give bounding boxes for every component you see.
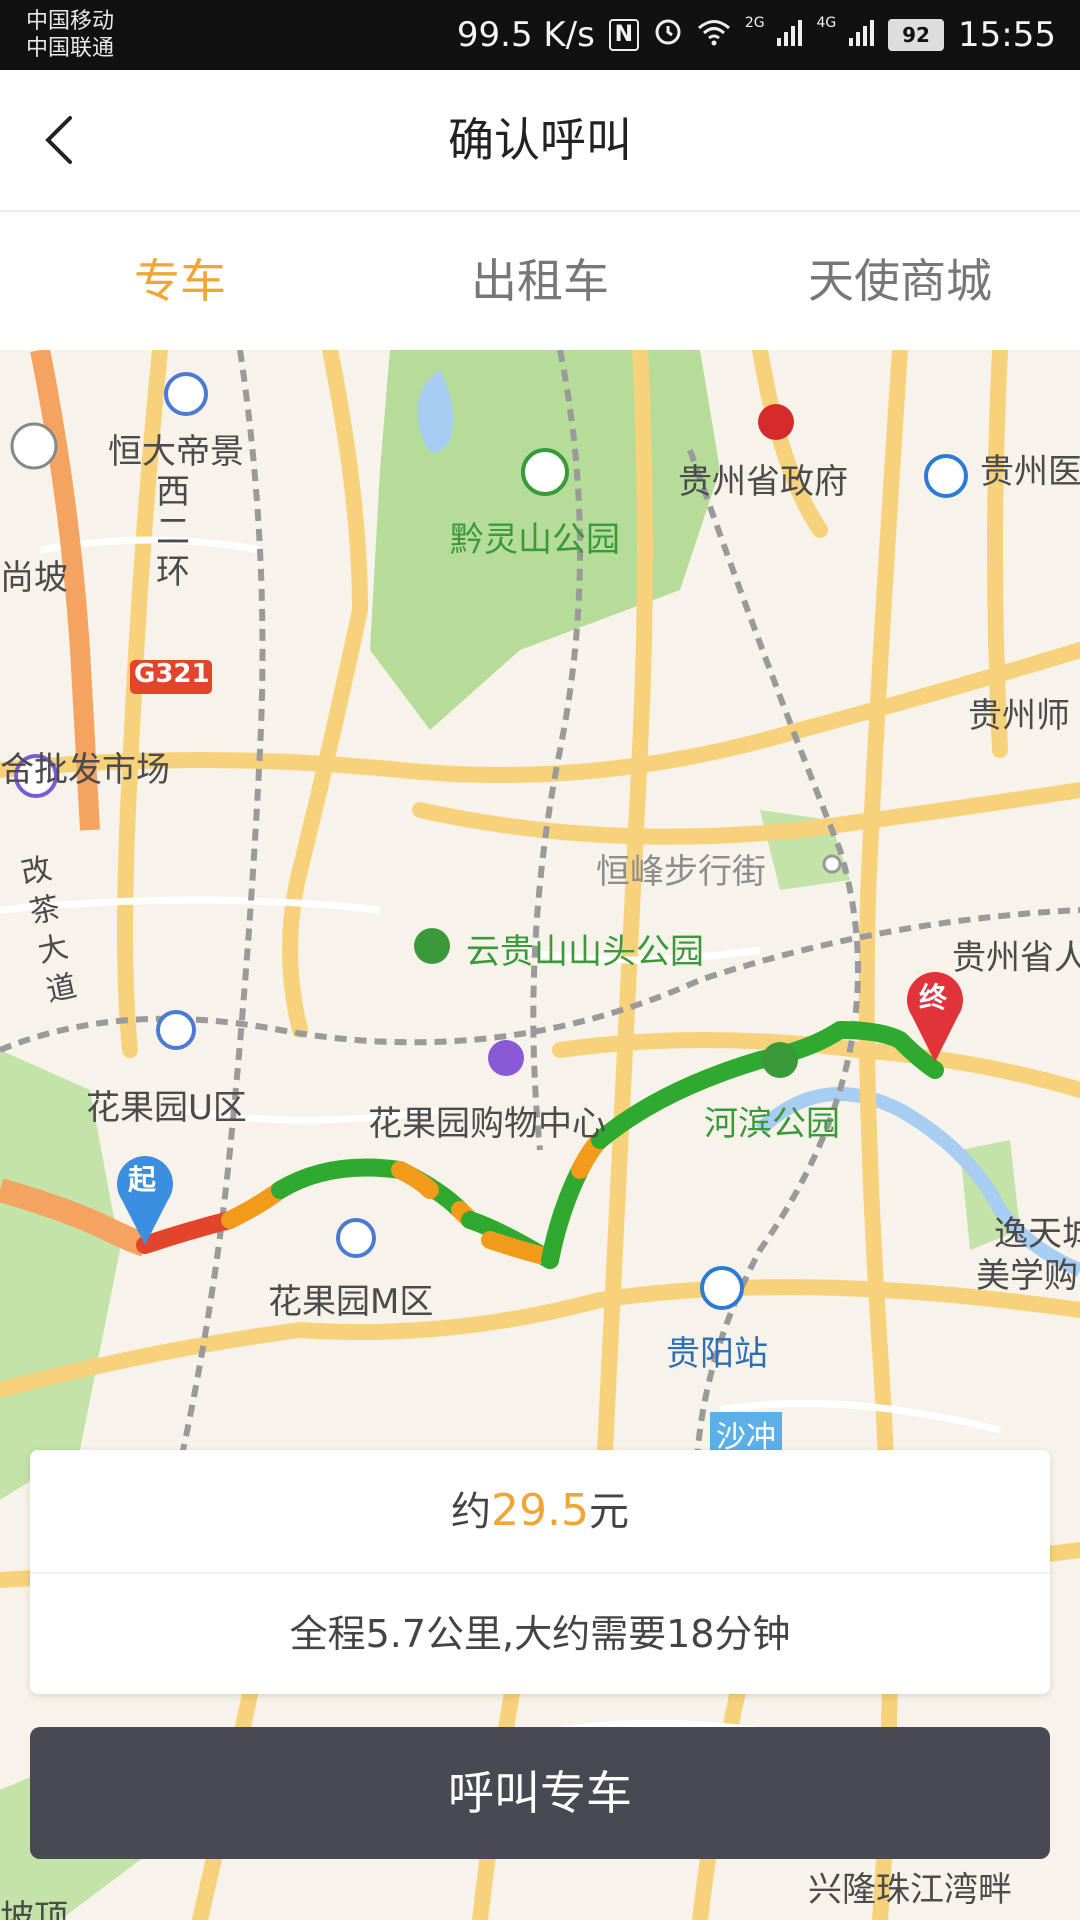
call-special-car-button[interactable]: 呼叫专车 xyxy=(30,1727,1050,1859)
clock: 15:55 xyxy=(958,15,1056,55)
map-label-yungui-park: 云贵山山头公园 xyxy=(466,932,704,972)
map-label-huaguoyuan-u: 花果园U区 xyxy=(86,1088,247,1128)
map-label-shangpo: 尚坡 xyxy=(0,558,68,598)
map-label-wholesale: 合批发市场 xyxy=(0,750,170,790)
alarm-icon xyxy=(653,15,683,55)
government-star-icon xyxy=(758,404,794,440)
fare-amount: 29.5 xyxy=(491,1485,589,1536)
fare-prefix: 约 xyxy=(451,1489,492,1535)
map-label-hengda: 恒大帝景 xyxy=(108,432,244,472)
parking-icon xyxy=(10,422,58,470)
map-label-qianling-park: 黔灵山公园 xyxy=(450,520,620,560)
start-marker-label: 起 xyxy=(128,1163,157,1196)
poi-dot xyxy=(822,854,842,874)
tab-angel-mall[interactable]: 天使商城 xyxy=(720,212,1080,350)
map-label-normal-univ: 贵州师 xyxy=(968,696,1070,736)
map-label-meixue: 美学购 xyxy=(976,1256,1078,1296)
park-tree-icon xyxy=(414,928,450,964)
map-label-g321: G321 xyxy=(134,659,210,689)
map-label-provincial-gov: 贵州省政府 xyxy=(678,462,848,502)
station-icon xyxy=(700,1266,744,1310)
service-tabs: 专车 出租车 天使商城 xyxy=(0,212,1080,350)
signal-1-label: 2G xyxy=(744,15,765,31)
map-label-zhengfeng: 恒峰步行街 xyxy=(596,852,766,892)
fare-estimate: 约29.5元 xyxy=(30,1450,1050,1574)
tab-taxi[interactable]: 出租车 xyxy=(360,212,720,350)
trip-summary: 全程5.7公里,大约需要18分钟 xyxy=(289,1612,791,1656)
map-label-provincial-people: 贵州省人 xyxy=(952,938,1080,978)
park-tree-icon xyxy=(762,1042,798,1078)
signal-2-label: 4G xyxy=(816,15,837,31)
fare-suffix: 元 xyxy=(588,1489,629,1535)
nfc-icon: N xyxy=(608,19,639,51)
carrier-2: 中国联通 xyxy=(26,36,115,61)
status-icons: 99.5 K/s N 2G 4G 92 15:55 xyxy=(457,0,1056,70)
tab-special-car[interactable]: 专车 xyxy=(0,212,360,350)
signal-1-icon: 2G xyxy=(745,15,803,55)
wifi-icon xyxy=(697,15,731,55)
park-tree-icon xyxy=(521,448,569,496)
trip-info-card: 约29.5元 全程5.7公里,大约需要18分钟 xyxy=(30,1450,1050,1694)
map-label-huaguoyuan-mall: 花果园购物中心 xyxy=(368,1104,606,1144)
residence-icon xyxy=(156,1010,196,1050)
net-speed: 99.5 K/s xyxy=(456,15,595,55)
map-label-poding: 坡顶 xyxy=(0,1898,68,1920)
battery-icon: 92 xyxy=(888,19,945,51)
carrier-info: 中国移动 中国联通 xyxy=(26,8,114,62)
map-label-hebin-park: 河滨公园 xyxy=(704,1104,840,1144)
map-label-guiyang-station: 贵阳站 xyxy=(666,1334,768,1374)
map-label-huaguoyuan-m: 花果园M区 xyxy=(268,1282,434,1322)
status-bar: 中国移动 中国联通 99.5 K/s N 2G 4G 92 15:55 xyxy=(0,0,1080,70)
shopping-icon xyxy=(488,1040,524,1076)
map-label-guizhou-uni: 贵州医 xyxy=(980,452,1080,492)
map-label-west-ring: 西二环 xyxy=(156,472,190,592)
header: 确认呼叫 xyxy=(0,70,1080,212)
residence-icon xyxy=(336,1218,376,1258)
map-label-xinglong: 兴隆珠江湾畔 xyxy=(808,1870,1012,1910)
end-marker-label: 终 xyxy=(919,981,948,1014)
school-icon xyxy=(924,454,968,498)
carrier-1: 中国移动 xyxy=(26,9,115,34)
page-title: 确认呼叫 xyxy=(448,113,632,167)
residence-icon xyxy=(164,372,208,416)
signal-2-icon: 4G xyxy=(816,15,875,55)
